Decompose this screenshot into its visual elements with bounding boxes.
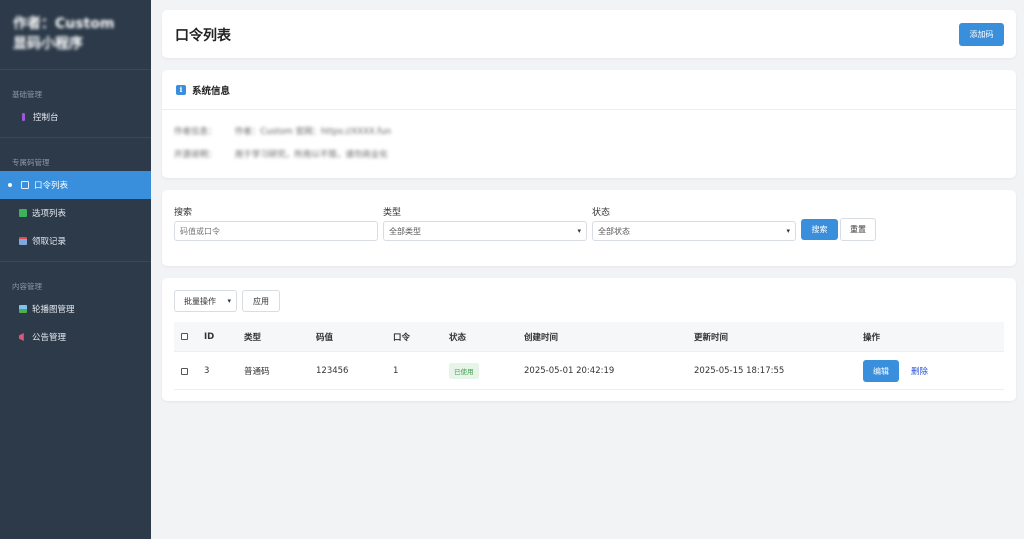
reset-button[interactable]: 重置 — [840, 218, 876, 241]
brand: 作者：Custom 显码小程序 — [0, 0, 151, 70]
sidebar-item-label: 公告管理 — [32, 333, 67, 343]
search-input[interactable]: 码值或口令 — [174, 221, 378, 241]
sidebar-item-carousel[interactable]: 轮播图管理 — [0, 295, 151, 323]
nav-group-code: 专属码管理 口令列表 选项列表 领取记录 — [0, 138, 151, 262]
delete-link[interactable]: 删除 — [911, 365, 928, 377]
column-header: 码值 — [316, 332, 334, 343]
row-select-cell — [181, 353, 188, 389]
cell-created: 2025-05-01 20:42:19 — [524, 366, 615, 376]
sidebar-item-label: 控制台 — [33, 113, 59, 123]
status-select[interactable]: 全部状态 ▾ — [592, 221, 796, 241]
info-key: 作者信息： — [174, 127, 217, 137]
chevron-down-icon: ▾ — [227, 297, 231, 305]
table-row: 3 普通码 123456 1 已使用 2025-05-01 20:42:19 2… — [174, 353, 1004, 390]
megaphone-icon — [19, 333, 24, 341]
apply-button[interactable]: 应用 — [242, 290, 280, 312]
list-icon — [21, 181, 29, 189]
type-select[interactable]: 全部类型 ▾ — [383, 221, 587, 241]
sidebar: 作者：Custom 显码小程序 基础管理 控制台 专属码管理 口令列表 选项列表… — [0, 0, 151, 539]
image-icon — [19, 305, 27, 313]
page-title: 口令列表 — [175, 28, 231, 44]
brand-line-2: 显码小程序 — [13, 36, 83, 52]
column-header: 类型 — [244, 332, 262, 343]
row-checkbox[interactable] — [181, 367, 188, 375]
cell-status: 已使用 — [449, 353, 479, 389]
sidebar-item-label: 选项列表 — [32, 209, 67, 219]
sidebar-item-command-list[interactable]: 口令列表 — [0, 171, 151, 199]
main-content: 口令列表 添加码 i 系统信息 作者信息： 作者：Custom 官网：https… — [151, 0, 1024, 539]
column-header: 创建时间 — [524, 332, 559, 343]
cell-updated: 2025-05-15 18:17:55 — [694, 366, 785, 376]
column-header: ID — [204, 331, 215, 342]
info-row-author: 作者信息： 作者：Custom 官网：https://XXXX.fun — [174, 125, 391, 137]
info-value: 用于学习研究，所用以不限，请勿商业化 — [234, 150, 388, 160]
system-info-header: i 系统信息 — [162, 70, 1016, 110]
column-header: 状态 — [449, 332, 467, 343]
sidebar-item-dashboard[interactable]: 控制台 — [0, 103, 151, 131]
cell-id: 3 — [204, 366, 210, 376]
sidebar-item-label: 领取记录 — [32, 237, 67, 247]
column-header: 口令 — [393, 332, 411, 343]
status-label: 状态 — [592, 208, 611, 218]
nav-group-basic: 基础管理 控制台 — [0, 70, 151, 138]
chevron-down-icon: ▾ — [786, 227, 790, 235]
search-label: 搜索 — [174, 208, 193, 218]
batch-action-value: 批量操作 — [184, 296, 216, 306]
chevron-down-icon: ▾ — [577, 227, 581, 235]
cell-actions: 编辑 删除 — [863, 353, 928, 389]
batch-action-select[interactable]: 批量操作 ▾ — [174, 290, 237, 312]
group-title-code: 专属码管理 — [12, 158, 50, 167]
sidebar-item-label: 口令列表 — [34, 181, 69, 191]
select-all-cell — [181, 322, 188, 351]
info-icon: i — [176, 84, 186, 95]
info-row-license: 开源说明： 用于学习研究，所用以不限，请勿商业化 — [174, 148, 388, 160]
status-select-value: 全部状态 — [598, 226, 630, 236]
cell-type: 普通码 — [244, 367, 270, 377]
group-title-content: 内容管理 — [12, 282, 42, 291]
calendar-icon — [19, 237, 27, 245]
edit-button[interactable]: 编辑 — [863, 360, 899, 382]
system-info-card: i 系统信息 作者信息： 作者：Custom 官网：https://XXXX.f… — [162, 70, 1016, 178]
system-info-title: 系统信息 — [192, 85, 231, 97]
info-key: 开源说明： — [174, 150, 217, 160]
status-badge: 已使用 — [449, 363, 479, 379]
column-header: 更新时间 — [694, 332, 729, 343]
table-card: 批量操作 ▾ 应用 ID 类型 码值 口令 状态 创建时间 更新时间 操作 3 … — [162, 278, 1016, 401]
info-value: 作者：Custom 官网：https://XXXX.fun — [234, 127, 392, 137]
sidebar-item-options-list[interactable]: 选项列表 — [0, 199, 151, 227]
filter-card: 搜索 码值或口令 类型 全部类型 ▾ 状态 全部状态 ▾ 搜索 重置 — [162, 190, 1016, 266]
sidebar-item-label: 轮播图管理 — [32, 305, 75, 315]
sidebar-item-announcements[interactable]: 公告管理 — [0, 323, 151, 351]
sidebar-item-claim-records[interactable]: 领取记录 — [0, 227, 151, 255]
search-button[interactable]: 搜索 — [801, 219, 838, 240]
type-select-value: 全部类型 — [389, 226, 421, 236]
page-header: 口令列表 添加码 — [162, 10, 1016, 58]
column-header: 操作 — [863, 332, 881, 343]
select-all-checkbox[interactable] — [181, 333, 188, 340]
table-header: ID 类型 码值 口令 状态 创建时间 更新时间 操作 — [174, 322, 1004, 352]
cell-command: 1 — [393, 366, 399, 376]
group-title-basic: 基础管理 — [12, 90, 42, 99]
check-icon — [19, 209, 27, 217]
brand-line-1: 作者：Custom — [13, 16, 115, 32]
add-code-button[interactable]: 添加码 — [959, 23, 1004, 46]
nav-group-content: 内容管理 轮播图管理 公告管理 — [0, 262, 151, 357]
type-label: 类型 — [383, 208, 402, 218]
dashboard-icon — [22, 113, 25, 121]
active-dot-icon — [8, 183, 12, 187]
cell-code: 123456 — [316, 366, 349, 376]
